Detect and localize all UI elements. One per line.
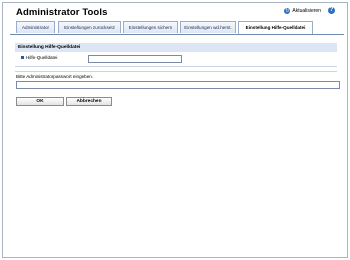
password-prompt: Bitte Administratorpasswort eingeben. xyxy=(16,74,94,79)
refresh-icon: ↻ xyxy=(284,8,291,14)
help-source-label: Hilfe-Quelldatei xyxy=(21,55,57,60)
ok-button[interactable]: OK xyxy=(16,97,64,106)
update-link[interactable]: ↻ Aktualisieren xyxy=(284,8,321,14)
tab-bar: Administrator Einstellungen zurücksetz E… xyxy=(10,19,344,35)
tab-restore-settings[interactable]: Einstellungen wd.herst. xyxy=(180,21,236,33)
tab-reset-settings[interactable]: Einstellungen zurücksetz xyxy=(58,21,121,33)
help-source-label-text: Hilfe-Quelldatei xyxy=(26,55,58,60)
cancel-button[interactable]: Abbrechen xyxy=(66,97,112,106)
update-label: Aktualisieren xyxy=(292,8,321,14)
divider xyxy=(15,71,337,72)
main-window: Administrator Tools ↻ Aktualisieren ? Ad… xyxy=(2,2,348,258)
section-body: Hilfe-Quelldatei xyxy=(15,52,337,67)
tab-help-source-file[interactable]: Einstellung Hilfe-Quelldatei xyxy=(238,21,313,34)
tab-administrator[interactable]: Administrator xyxy=(16,21,55,33)
help-source-input[interactable] xyxy=(88,55,182,63)
bullet-icon xyxy=(21,56,24,59)
section-header: Einstellung Hilfe-Quelldatei xyxy=(15,43,337,52)
help-icon[interactable]: ? xyxy=(328,7,335,14)
tab-backup-settings[interactable]: Einstellungen sichern xyxy=(123,21,178,33)
page-title: Administrator Tools xyxy=(16,7,108,18)
password-input[interactable] xyxy=(16,81,340,89)
